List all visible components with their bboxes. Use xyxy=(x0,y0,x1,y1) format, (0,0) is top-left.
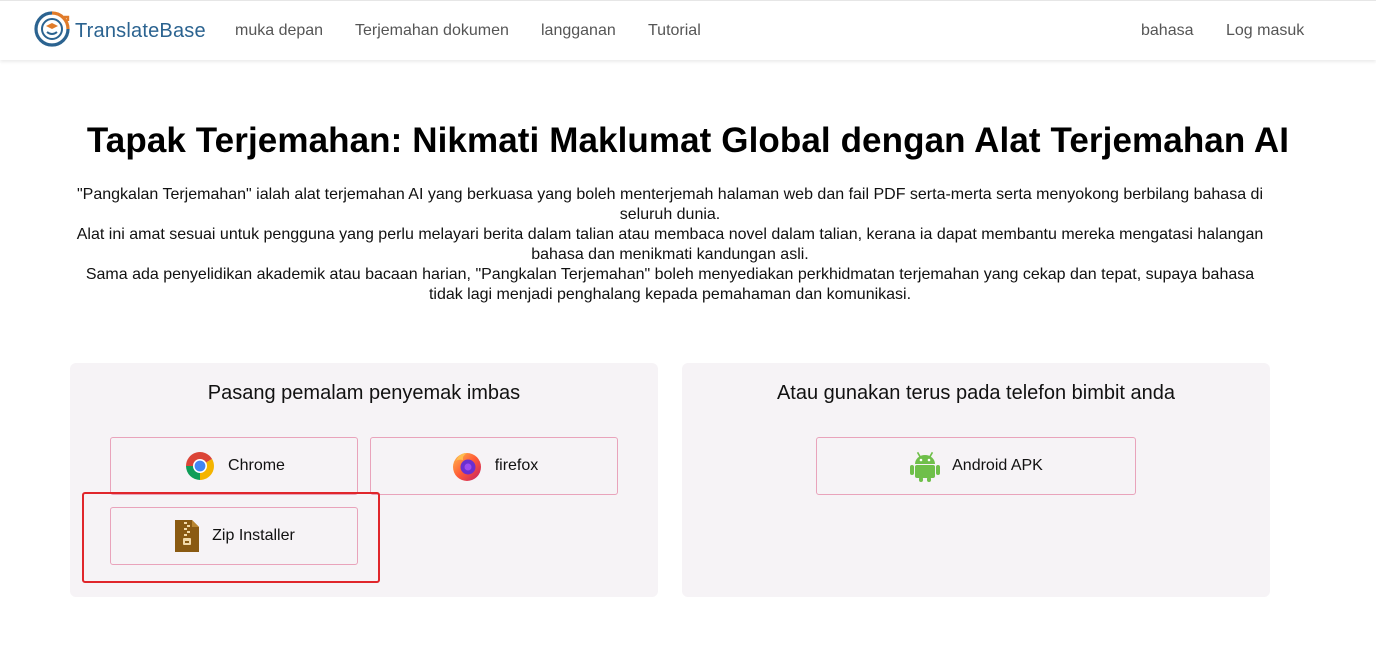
brand-name: TranslateBase xyxy=(75,19,206,42)
firefox-icon xyxy=(450,449,484,483)
android-apk-label: Android APK xyxy=(952,457,1043,474)
zip-installer-button[interactable]: Zip Installer xyxy=(110,507,358,565)
chrome-icon xyxy=(183,449,217,483)
page-title: Tapak Terjemahan: Nikmati Maklumat Globa… xyxy=(86,121,1290,160)
nav-login[interactable]: Log masuk xyxy=(1226,22,1304,40)
firefox-download-button[interactable]: firefox xyxy=(370,437,618,495)
mobile-card-title: Atau gunakan terus pada telefon bimbit a… xyxy=(776,382,1176,404)
top-navbar: TranslateBase muka depan Terjemahan doku… xyxy=(0,0,1376,60)
intro-paragraph: Sama ada penyelidikan akademik atau baca… xyxy=(85,266,1255,303)
translatebase-logo-icon xyxy=(33,10,71,53)
nav-subscription[interactable]: langganan xyxy=(541,22,616,40)
intro-paragraph: Alat ini amat sesuai untuk pengguna yang… xyxy=(76,226,1264,263)
brand-logo[interactable]: TranslateBase xyxy=(33,10,206,53)
nav-language[interactable]: bahasa xyxy=(1141,22,1194,40)
android-icon xyxy=(909,450,941,482)
chrome-button-label: Chrome xyxy=(228,457,285,474)
zip-installer-label: Zip Installer xyxy=(212,527,295,544)
nav-document-translation[interactable]: Terjemahan dokumen xyxy=(355,22,509,40)
zip-file-icon xyxy=(173,519,201,553)
firefox-button-label: firefox xyxy=(494,457,539,474)
android-apk-button[interactable]: Android APK xyxy=(816,437,1136,495)
extension-card-title: Pasang pemalam penyemak imbas xyxy=(207,382,521,404)
chrome-download-button[interactable]: Chrome xyxy=(110,437,358,495)
nav-home[interactable]: muka depan xyxy=(235,22,323,40)
nav-tutorial[interactable]: Tutorial xyxy=(648,22,701,40)
intro-text: "Pangkalan Terjemahan" ialah alat terjem… xyxy=(70,185,1270,305)
intro-paragraph: "Pangkalan Terjemahan" ialah alat terjem… xyxy=(77,186,1263,223)
